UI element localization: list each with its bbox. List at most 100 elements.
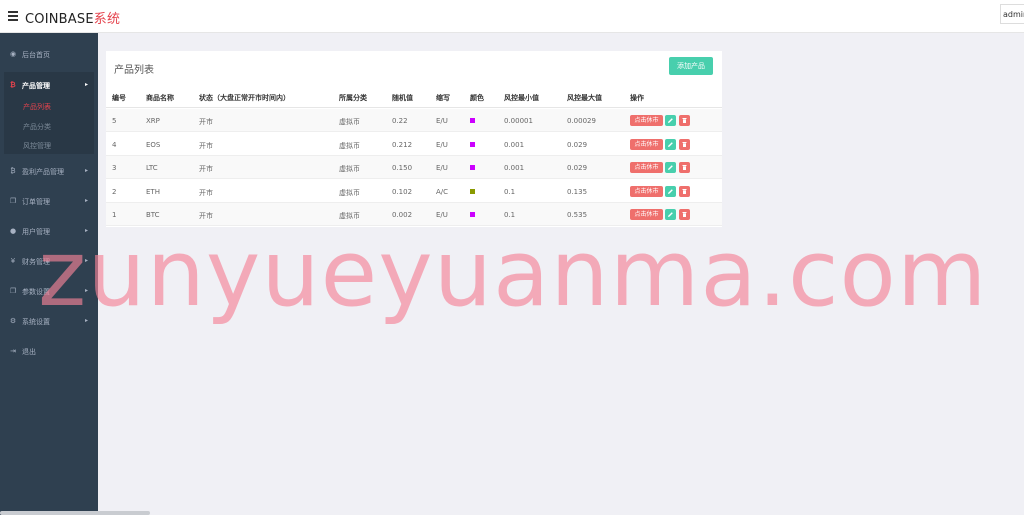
cell-abbr: E/U [436, 117, 448, 125]
column-header: 编号 [112, 94, 126, 102]
cell-abbr: E/U [436, 140, 448, 149]
sidebar-group-products: ₿ 产品管理 ▸ 产品列表 产品分类 风控管理 [4, 72, 94, 154]
cell-random: 0.212 [392, 140, 413, 149]
column-header: 风控最小值 [504, 94, 539, 102]
cell-category: 虚拟币 [339, 165, 360, 173]
color-swatch [470, 165, 475, 170]
cell-category: 虚拟币 [339, 188, 360, 197]
user-icon: ● [9, 227, 17, 235]
brand-main: COINBASE [25, 12, 94, 27]
color-swatch [470, 141, 475, 147]
cell-min: 0.001 [504, 140, 525, 149]
sidebar-item-logout[interactable]: ⇥ 退出 [0, 336, 98, 366]
cell-max: 0.135 [567, 187, 588, 196]
bitcoin-icon: ₿ [10, 167, 16, 175]
cell-min: 0.1 [504, 211, 516, 219]
horizontal-scrollbar[interactable] [0, 511, 150, 515]
cell-max: 0.029 [567, 140, 588, 149]
hamburger-menu-icon[interactable] [8, 11, 18, 21]
sidebar-subitem-product-list[interactable]: 产品列表 [23, 102, 51, 112]
cell-status: 开市 [199, 118, 213, 126]
column-header: 状态（大盘正常开市时间内） [199, 94, 290, 102]
sidebar-item-orders[interactable]: ❐ 订单管理 ▸ [0, 186, 98, 216]
sidebar-item-products[interactable]: ₿ 产品管理 ▸ [4, 72, 94, 98]
column-header: 所属分类 [339, 94, 367, 102]
cell-max: 0.535 [567, 211, 588, 219]
cell-id: 2 [112, 187, 117, 196]
column-header: 操作 [630, 94, 644, 102]
watermark-text: zunyueyuanma.com [38, 220, 988, 327]
table-row: 3 LTC 开市 虚拟币 0.150 E/U 0.001 0.029 点击休市 [106, 156, 722, 179]
copy-icon: ❐ [9, 197, 17, 205]
sign-out-icon: ⇥ [10, 347, 16, 355]
sidebar-item-finance[interactable]: ¥ 财务管理 ▸ [0, 246, 98, 276]
add-product-button[interactable]: 添加产品 [669, 57, 713, 75]
cell-id: 1 [112, 211, 117, 219]
column-header: 缩写 [436, 94, 450, 102]
sidebar-item-label: 系统设置 [22, 318, 50, 326]
cell-min: 0.00001 [504, 117, 533, 125]
top-bar: COINBASE系统 admin [0, 0, 1024, 33]
gears-icon: ⚙ [9, 317, 17, 325]
caret-right-icon: ▸ [84, 167, 88, 174]
cell-max: 0.029 [567, 164, 588, 172]
column-header: 颜色 [470, 94, 484, 102]
edit-pencil-icon[interactable] [665, 209, 676, 220]
edit-pencil-icon[interactable] [665, 138, 676, 150]
cell-id: 3 [112, 164, 117, 172]
table-row: 2 ETH 开市 虚拟币 0.102 A/C 0.1 0.135 点击休市 [106, 180, 722, 203]
cell-name: XRP [146, 117, 160, 125]
cell-status: 开市 [199, 212, 213, 220]
edit-pencil-icon[interactable] [665, 185, 676, 197]
yen-icon: ¥ [10, 257, 16, 265]
stop-trading-button[interactable]: 点击休市 [630, 162, 663, 173]
sidebar-item-dashboard[interactable]: ◉ 后台首页 [0, 39, 98, 69]
table-header: 编号 商品名称 状态（大盘正常开市时间内） 所属分类 随机值 缩写 颜色 风控最… [106, 87, 722, 108]
caret-right-icon: ▸ [84, 227, 88, 234]
table-row: 4 EOS 开市 虚拟币 0.212 E/U 0.001 0.029 点击休市 [106, 133, 722, 156]
delete-trash-icon[interactable] [679, 138, 690, 150]
sidebar-item-label: 用户管理 [22, 228, 50, 236]
cell-name: BTC [146, 211, 160, 219]
cell-abbr: E/U [436, 211, 448, 219]
cell-id: 4 [112, 140, 117, 149]
stop-trading-button[interactable]: 点击休市 [630, 115, 663, 126]
sidebar-item-profit-products[interactable]: ₿ 盈利产品管理 ▸ [0, 156, 98, 186]
delete-trash-icon[interactable] [679, 162, 690, 173]
copy-icon: ❐ [9, 287, 17, 295]
cell-abbr: E/U [436, 164, 448, 172]
cell-status: 开市 [199, 141, 213, 150]
delete-trash-icon[interactable] [679, 115, 690, 126]
cell-random: 0.150 [392, 164, 413, 172]
cell-name: LTC [146, 164, 158, 172]
cell-max: 0.00029 [567, 117, 596, 125]
sidebar-item-system[interactable]: ⚙ 系统设置 ▸ [0, 306, 98, 336]
cell-category: 虚拟币 [339, 118, 360, 126]
cell-name: EOS [146, 140, 161, 149]
panel-title: 产品列表 [114, 65, 154, 76]
stop-trading-button[interactable]: 点击休市 [630, 185, 663, 197]
cell-status: 开市 [199, 188, 213, 197]
cell-random: 0.002 [392, 211, 413, 219]
sidebar-subitem-product-category[interactable]: 产品分类 [23, 122, 51, 132]
sidebar-item-label: 产品管理 [22, 82, 50, 90]
sidebar-item-label: 退出 [22, 348, 36, 356]
delete-trash-icon[interactable] [679, 185, 690, 197]
sidebar-item-label: 后台首页 [22, 51, 50, 59]
sidebar-item-users[interactable]: ● 用户管理 ▸ [0, 216, 98, 246]
color-swatch [470, 212, 475, 217]
sidebar-subitem-risk-control[interactable]: 风控管理 [23, 141, 51, 151]
cell-min: 0.001 [504, 164, 525, 172]
stop-trading-button[interactable]: 点击休市 [630, 209, 663, 220]
cell-min: 0.1 [504, 187, 516, 196]
cell-category: 虚拟币 [339, 141, 360, 150]
admin-user-menu[interactable]: admin [1000, 4, 1024, 24]
caret-right-icon: ▸ [84, 197, 88, 204]
edit-pencil-icon[interactable] [665, 162, 676, 173]
brand-accent: 系统 [93, 12, 121, 27]
sidebar-item-params[interactable]: ❐ 参数设置 ▸ [0, 276, 98, 306]
delete-trash-icon[interactable] [679, 209, 690, 220]
edit-pencil-icon[interactable] [665, 115, 676, 126]
caret-right-icon: ▸ [84, 317, 88, 324]
stop-trading-button[interactable]: 点击休市 [630, 138, 663, 150]
